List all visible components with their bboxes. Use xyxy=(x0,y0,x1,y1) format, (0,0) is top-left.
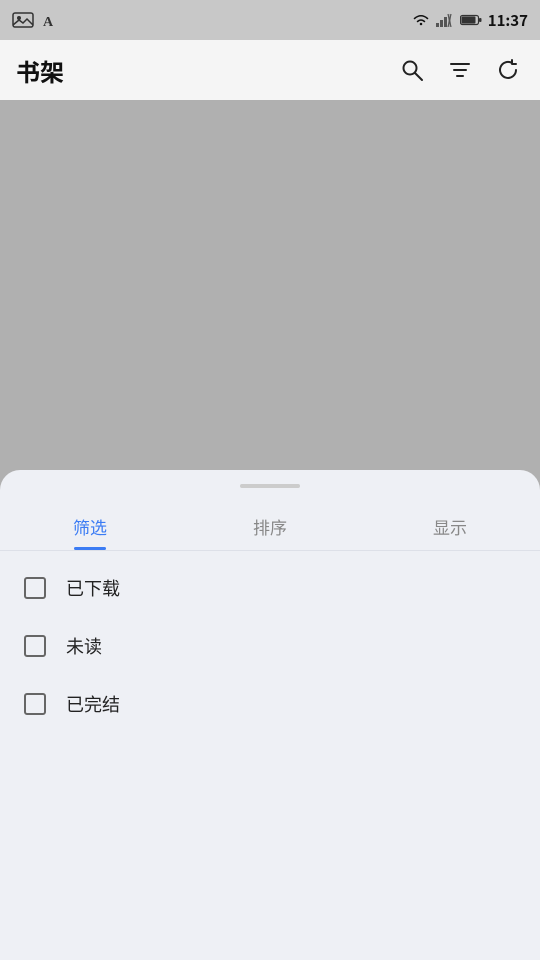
refresh-button[interactable] xyxy=(492,54,524,86)
status-bar: A 11:37 xyxy=(0,0,540,40)
search-icon xyxy=(400,58,424,82)
tab-sort[interactable]: 排序 xyxy=(180,502,360,550)
filter-item-unread[interactable]: 未读 xyxy=(0,617,540,675)
wifi-icon xyxy=(412,13,430,27)
status-time: 11:37 xyxy=(488,10,528,31)
status-bar-left: A xyxy=(12,12,60,28)
tab-display[interactable]: 显示 xyxy=(360,502,540,550)
signal-icon xyxy=(436,13,454,27)
svg-text:A: A xyxy=(43,15,54,28)
font-icon: A xyxy=(42,12,60,28)
status-bar-right: 11:37 xyxy=(412,10,528,31)
app-bar-actions xyxy=(396,54,524,86)
app-title: 书架 xyxy=(16,53,64,88)
checkbox-unread[interactable] xyxy=(24,635,46,657)
refresh-icon xyxy=(496,58,520,82)
filter-label-completed: 已完结 xyxy=(66,691,120,717)
filter-item-downloaded[interactable]: 已下载 xyxy=(0,559,540,617)
search-button[interactable] xyxy=(396,54,428,86)
filter-button[interactable] xyxy=(444,54,476,86)
checkbox-downloaded[interactable] xyxy=(24,577,46,599)
filter-label-downloaded: 已下载 xyxy=(66,575,120,601)
filter-icon xyxy=(448,58,472,82)
app-bar: 书架 xyxy=(0,40,540,100)
tabs-container: 筛选 排序 显示 xyxy=(0,502,540,551)
checkbox-completed[interactable] xyxy=(24,693,46,715)
drag-handle xyxy=(240,484,300,488)
filter-list: 已下载 未读 已完结 xyxy=(0,551,540,960)
filter-item-completed[interactable]: 已完结 xyxy=(0,675,540,733)
tab-active-indicator xyxy=(74,547,106,550)
filter-label-unread: 未读 xyxy=(66,633,102,659)
photo-icon xyxy=(12,12,34,28)
main-content xyxy=(0,100,540,480)
bottom-sheet: 筛选 排序 显示 已下载 未读 已完结 xyxy=(0,470,540,960)
battery-icon xyxy=(460,14,482,26)
drag-handle-area xyxy=(0,470,540,502)
tab-filter[interactable]: 筛选 xyxy=(0,502,180,550)
